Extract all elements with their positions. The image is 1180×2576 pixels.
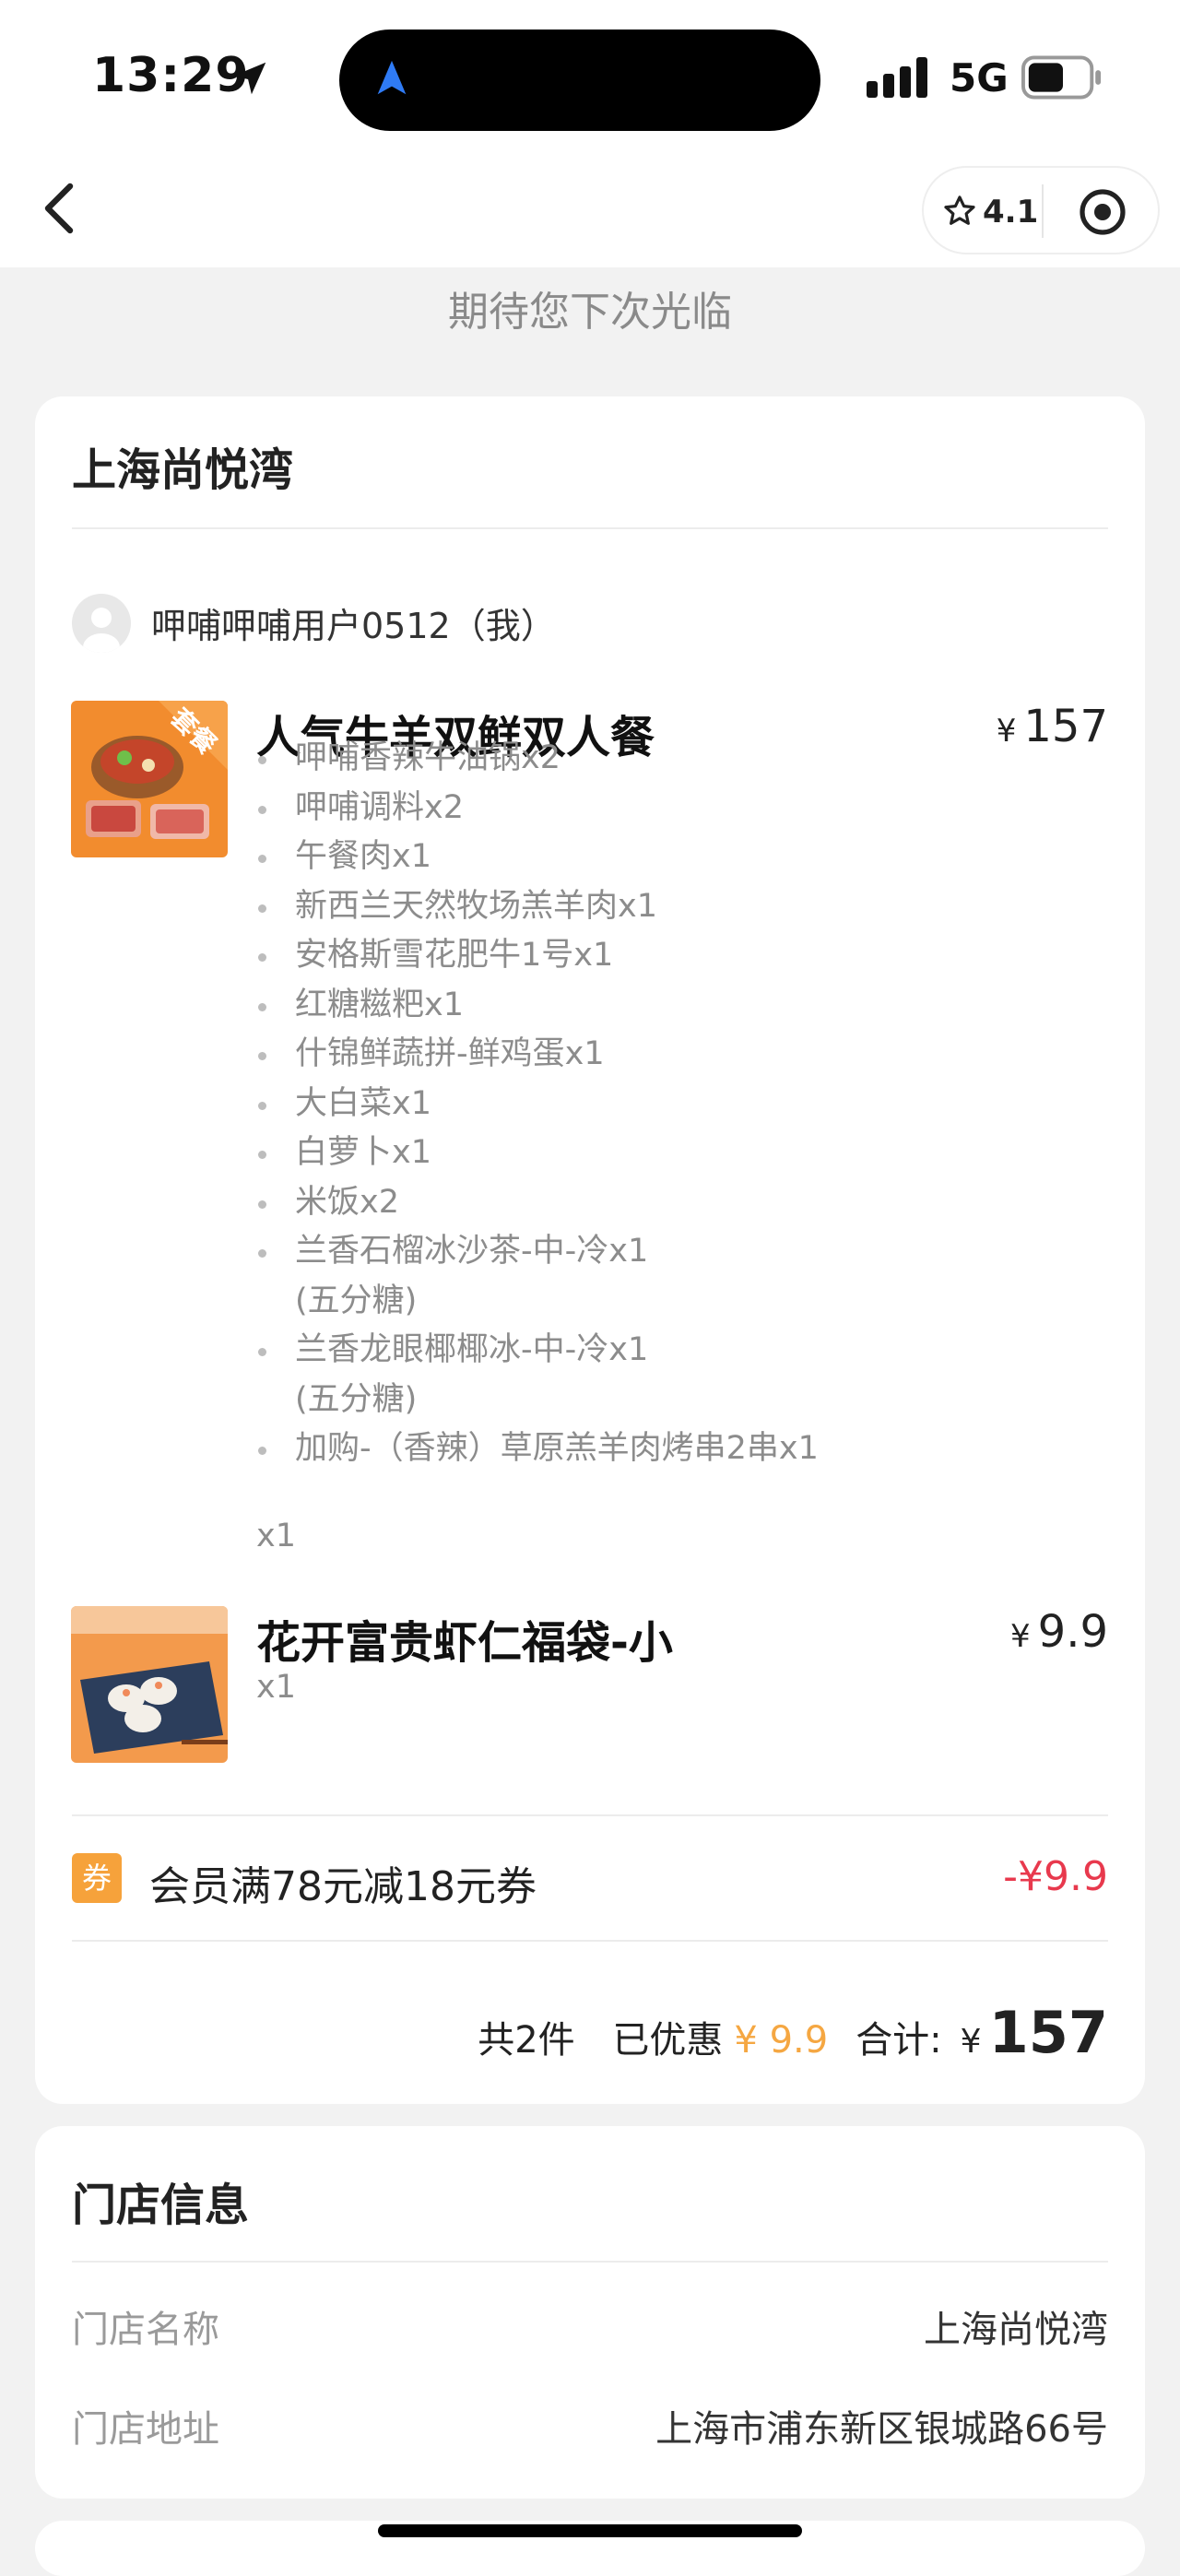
subitem-note: (五分糖)	[295, 1380, 418, 1418]
status-time: 13:29	[92, 48, 250, 103]
coupon-label: 会员满78元减18元券	[149, 1863, 537, 1910]
combo-contents-list: 呷哺香辣牛油锅x2 呷哺调料x2 午餐肉x1 新西兰天然牧场羔羊肉x1 安格斯雪…	[256, 734, 819, 1474]
home-indicator[interactable]	[378, 2524, 802, 2537]
combo-subitem: 安格斯雪花肥牛1号x1	[256, 931, 819, 981]
store-title: 上海尚悦湾	[72, 444, 294, 496]
combo-subitem: 呷哺香辣牛油锅x2	[256, 734, 819, 784]
total-label: 合计:	[856, 2019, 942, 2062]
currency-symbol: ¥	[996, 713, 1017, 750]
combo-subitem: 新西兰天然牧场羔羊肉x1	[256, 882, 819, 932]
order-card: 上海尚悦湾 呷哺呷哺用户0512（我） 套餐 人气牛羊双鲜双人餐 ¥157 呷哺…	[35, 396, 1145, 2104]
combo-subitem: 红糖糍粑x1	[256, 981, 819, 1031]
subitem-note: (五分糖)	[295, 1282, 418, 1319]
combo-subitem: 加购-（香辣）草原羔羊肉烤串2串x1	[256, 1424, 819, 1474]
divider	[72, 2261, 1108, 2263]
item-price: ¥9.9	[1010, 1606, 1108, 1658]
currency-symbol: ¥	[1010, 1618, 1031, 1655]
store-info-title: 门店信息	[72, 2180, 250, 2231]
farewell-message: 期待您下次光临	[448, 289, 732, 336]
store-address-label: 门店地址	[72, 2408, 219, 2451]
total-value: 157	[988, 1999, 1108, 2066]
coupon-amount: -¥9.9	[1003, 1853, 1108, 1900]
divider	[72, 527, 1108, 529]
store-info-card: 门店信息 门店名称 上海尚悦湾 门店地址 上海市浦东新区银城路66号	[35, 2126, 1145, 2499]
store-name-label: 门店名称	[72, 2309, 219, 2351]
battery-icon	[1021, 55, 1102, 100]
store-address-value: 上海市浦东新区银城路66号	[655, 2408, 1108, 2451]
combo-subitem: 兰香龙眼椰椰冰-中-冷x1 (五分糖)	[256, 1326, 819, 1424]
user-avatar-icon	[83, 608, 120, 653]
rating-value[interactable]: 4.1	[983, 194, 1038, 230]
navigation-arrow-icon	[377, 60, 407, 95]
network-type: 5G	[950, 55, 1009, 100]
item-image-shrimp	[71, 1606, 228, 1763]
combo-subitem: 兰香石榴冰沙茶-中-冷x1 (五分糖)	[256, 1227, 819, 1326]
capsule-divider	[1042, 184, 1044, 238]
price-value: 157	[1023, 701, 1108, 752]
item-name: 花开富贵虾仁福袋-小	[256, 1617, 673, 1669]
price-value: 9.9	[1037, 1606, 1108, 1658]
store-name-value: 上海尚悦湾	[924, 2309, 1108, 2351]
coupon-tag: 券	[72, 1853, 122, 1903]
combo-subitem: 米饭x2	[256, 1178, 819, 1228]
status-bar: 13:29 5G	[0, 0, 1180, 157]
item-quantity: x1	[256, 1669, 296, 1706]
item-image-combo: 套餐	[71, 701, 228, 857]
item-price: ¥157	[997, 701, 1108, 752]
location-arrow-icon	[233, 62, 266, 95]
combo-subitem: 呷哺调料x2	[256, 784, 819, 833]
divider	[72, 1814, 1108, 1816]
combo-subitem: 什锦鲜蔬拼-鲜鸡蛋x1	[256, 1030, 819, 1080]
divider	[72, 1940, 1108, 1942]
signal-strength-icon	[867, 57, 927, 98]
close-target-icon[interactable]	[1079, 188, 1127, 236]
item-quantity: x1	[256, 1518, 296, 1554]
mini-program-capsule: 4.1	[922, 166, 1160, 254]
item-count: 共2件	[478, 2019, 575, 2062]
combo-subitem: 午餐肉x1	[256, 833, 819, 882]
total-currency: ¥	[960, 2023, 982, 2061]
back-arrow-icon[interactable]	[41, 181, 77, 236]
combo-subitem: 大白菜x1	[256, 1080, 819, 1129]
discount-value: ¥ 9.9	[734, 2019, 829, 2062]
user-name: 呷哺呷哺用户0512（我）	[151, 606, 556, 646]
navigation-bar: 4.1	[0, 157, 1180, 267]
star-rating-icon[interactable]	[942, 194, 977, 229]
discount-label: 已优惠	[612, 2019, 724, 2062]
order-summary: 共2件 已优惠 ¥ 9.9 合计: ¥157	[478, 1999, 1108, 2066]
combo-subitem: 白萝卜x1	[256, 1128, 819, 1178]
avatar	[72, 594, 131, 653]
